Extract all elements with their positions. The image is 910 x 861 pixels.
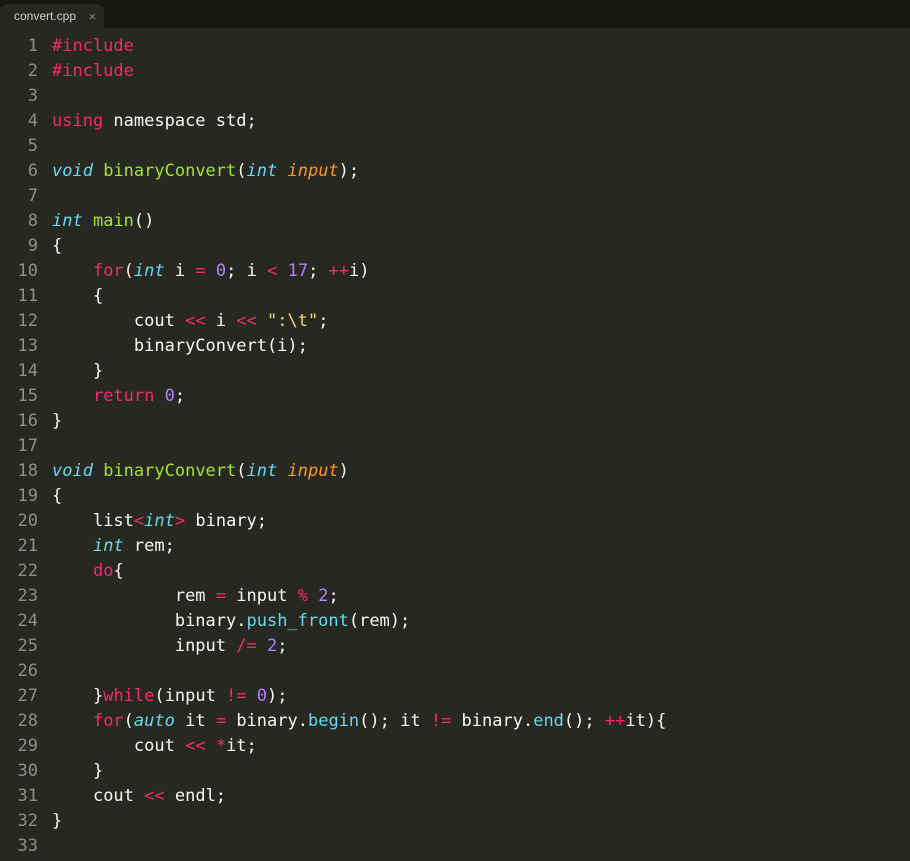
line-number: 30 <box>10 759 38 784</box>
code-line[interactable]: for(auto it = binary.begin(); it != bina… <box>52 709 910 734</box>
line-number: 9 <box>10 234 38 259</box>
code-line[interactable]: #include <box>52 34 910 59</box>
code-line[interactable]: using namespace std; <box>52 109 910 134</box>
code-area[interactable]: #include #include using namespace std; v… <box>46 28 910 861</box>
line-number: 20 <box>10 509 38 534</box>
line-number: 14 <box>10 359 38 384</box>
line-number: 17 <box>10 434 38 459</box>
code-line[interactable] <box>52 184 910 209</box>
line-number: 25 <box>10 634 38 659</box>
code-line[interactable]: input /= 2; <box>52 634 910 659</box>
line-number: 31 <box>10 784 38 809</box>
code-line[interactable]: } <box>52 359 910 384</box>
line-number: 23 <box>10 584 38 609</box>
code-line[interactable]: do{ <box>52 559 910 584</box>
tab-bar: convert.cpp × <box>0 0 910 28</box>
line-number: 29 <box>10 734 38 759</box>
line-gutter: 1234567891011121314151617181920212223242… <box>0 28 46 861</box>
line-number: 5 <box>10 134 38 159</box>
code-line[interactable] <box>52 834 910 859</box>
code-line[interactable] <box>52 134 910 159</box>
line-number: 19 <box>10 484 38 509</box>
code-line[interactable] <box>52 434 910 459</box>
line-number: 26 <box>10 659 38 684</box>
close-icon[interactable]: × <box>88 9 96 24</box>
line-number: 24 <box>10 609 38 634</box>
line-number: 11 <box>10 284 38 309</box>
editor: 1234567891011121314151617181920212223242… <box>0 28 910 861</box>
code-line[interactable]: list<int> binary; <box>52 509 910 534</box>
code-line[interactable]: for(int i = 0; i < 17; ++i) <box>52 259 910 284</box>
code-line[interactable]: } <box>52 809 910 834</box>
line-number: 1 <box>10 34 38 59</box>
line-number: 22 <box>10 559 38 584</box>
line-number: 2 <box>10 59 38 84</box>
line-number: 13 <box>10 334 38 359</box>
code-line[interactable]: binaryConvert(i); <box>52 334 910 359</box>
code-line[interactable]: rem = input % 2; <box>52 584 910 609</box>
line-number: 10 <box>10 259 38 284</box>
code-line[interactable]: cout << endl; <box>52 784 910 809</box>
line-number: 3 <box>10 84 38 109</box>
code-line[interactable]: } <box>52 759 910 784</box>
code-line[interactable]: void binaryConvert(int input) <box>52 459 910 484</box>
line-number: 12 <box>10 309 38 334</box>
line-number: 8 <box>10 209 38 234</box>
line-number: 33 <box>10 834 38 859</box>
code-line[interactable]: { <box>52 484 910 509</box>
code-line[interactable] <box>52 659 910 684</box>
line-number: 4 <box>10 109 38 134</box>
line-number: 28 <box>10 709 38 734</box>
code-line[interactable]: return 0; <box>52 384 910 409</box>
code-line[interactable] <box>52 84 910 109</box>
code-line[interactable]: { <box>52 284 910 309</box>
line-number: 6 <box>10 159 38 184</box>
tab-title: convert.cpp <box>14 9 76 23</box>
code-line[interactable]: cout << *it; <box>52 734 910 759</box>
line-number: 15 <box>10 384 38 409</box>
code-line[interactable]: } <box>52 409 910 434</box>
file-tab[interactable]: convert.cpp × <box>0 4 104 28</box>
line-number: 32 <box>10 809 38 834</box>
code-line[interactable]: int rem; <box>52 534 910 559</box>
code-line[interactable]: }while(input != 0); <box>52 684 910 709</box>
code-line[interactable]: void binaryConvert(int input); <box>52 159 910 184</box>
code-line[interactable]: #include <box>52 59 910 84</box>
line-number: 21 <box>10 534 38 559</box>
line-number: 18 <box>10 459 38 484</box>
line-number: 27 <box>10 684 38 709</box>
line-number: 7 <box>10 184 38 209</box>
line-number: 16 <box>10 409 38 434</box>
code-line[interactable]: cout << i << ":\t"; <box>52 309 910 334</box>
code-line[interactable]: { <box>52 234 910 259</box>
code-line[interactable]: binary.push_front(rem); <box>52 609 910 634</box>
code-line[interactable]: int main() <box>52 209 910 234</box>
